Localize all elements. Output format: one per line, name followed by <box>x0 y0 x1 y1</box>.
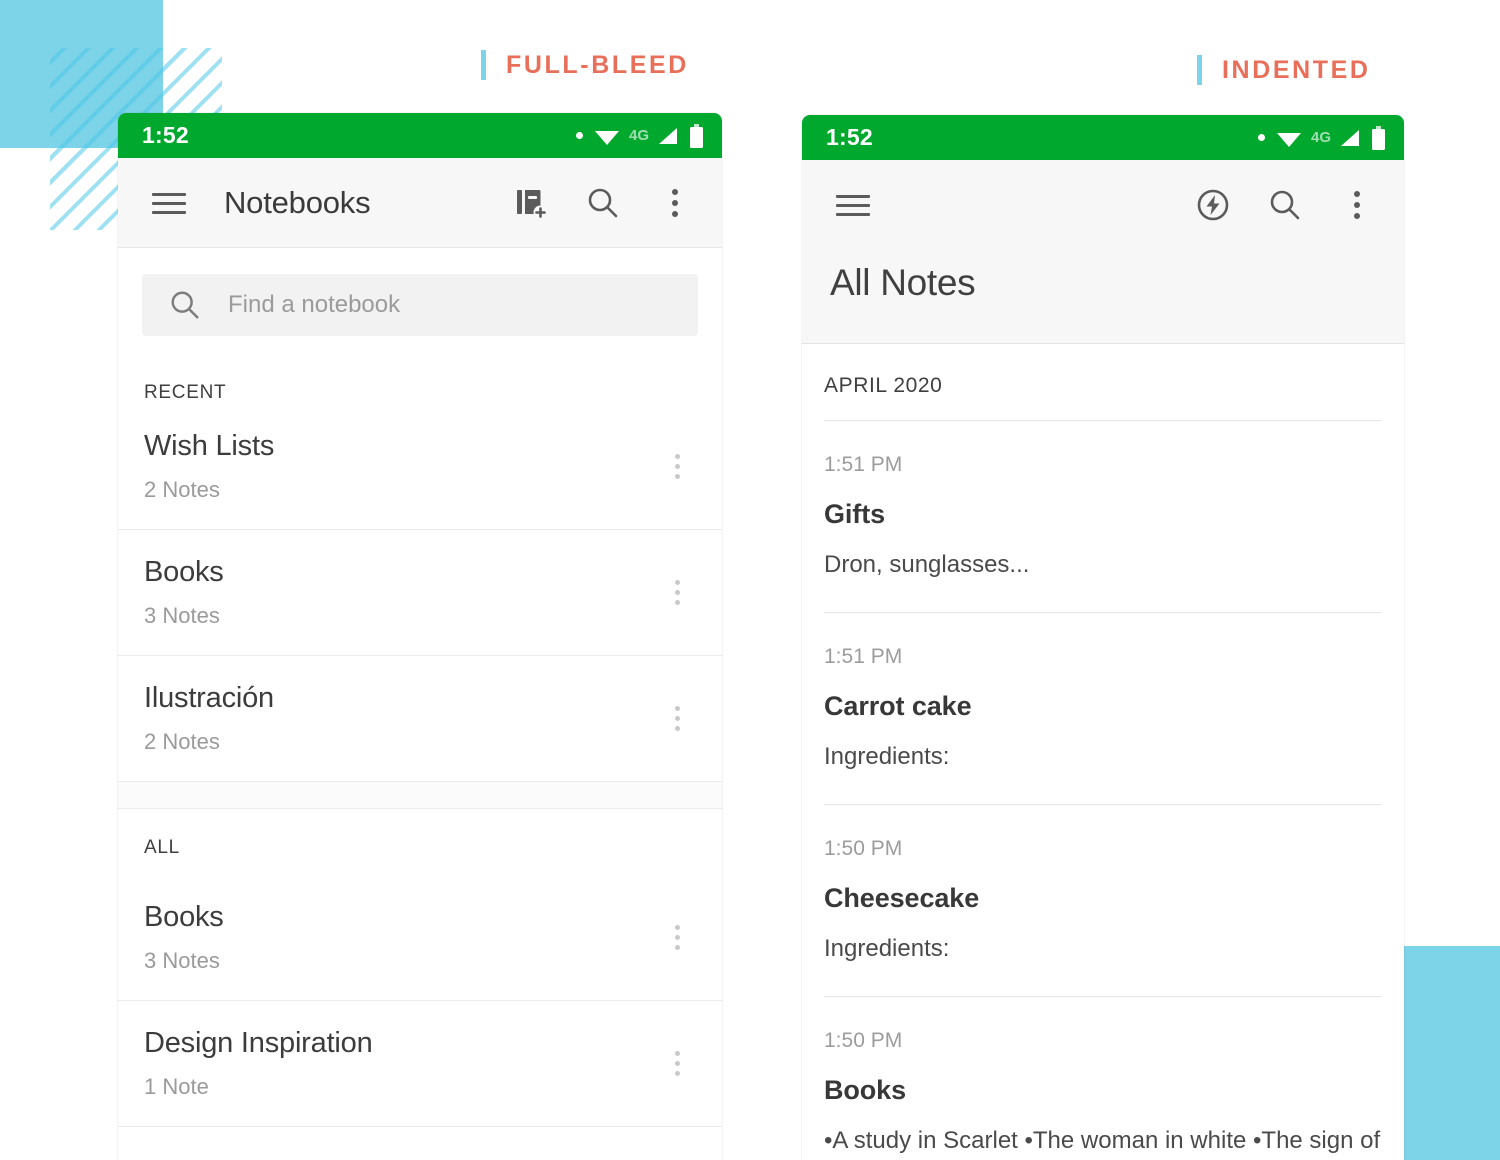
search-icon <box>588 188 618 218</box>
wifi-icon <box>594 130 619 145</box>
section-gap <box>118 781 722 809</box>
notes-list: APRIL 2020 1:51 PM Gifts Dron, sunglasse… <box>802 344 1404 1160</box>
notebook-list-item[interactable]: Design Inspiration 1 Note <box>118 1001 722 1126</box>
notebook-note-count: 3 Notes <box>144 948 220 973</box>
signal-icon <box>659 127 677 144</box>
note-snippet: Ingredients: <box>824 935 950 963</box>
note-timestamp: 1:50 PM <box>824 1029 903 1053</box>
notebook-name: Ilustración <box>144 682 274 714</box>
search-icon <box>171 291 199 319</box>
section-header-all: ALL <box>144 837 180 858</box>
note-list-item[interactable]: 1:50 PM Cheesecake Ingredients: <box>824 805 1382 996</box>
date-group-header: APRIL 2020 <box>824 374 943 397</box>
note-snippet: •A study in Scarlet •The woman in white … <box>824 1127 1381 1155</box>
note-list-item[interactable]: 1:51 PM Carrot cake Ingredients: <box>824 613 1382 804</box>
note-snippet: Dron, sunglasses... <box>824 551 1030 578</box>
caption-full-bleed-label: FULL-BLEED <box>506 50 689 79</box>
note-snippet: Ingredients: <box>824 743 950 771</box>
caption-accent-bar <box>481 50 486 80</box>
phone-mockup-notebooks: 1:52 4G Notebooks Find a notebook RECENT… <box>118 113 722 1160</box>
notebook-note-count: 3 Notes <box>144 603 220 628</box>
notebook-name: Books <box>144 556 224 588</box>
notebook-name: Wish Lists <box>144 430 275 462</box>
work-chat-icon <box>1197 189 1229 221</box>
search-input-placeholder: Find a notebook <box>228 291 401 318</box>
overflow-menu-icon <box>1354 186 1360 224</box>
status-bar: 1:52 4G <box>118 113 722 158</box>
search-input[interactable]: Find a notebook <box>142 274 698 336</box>
section-header-recent: RECENT <box>144 382 227 403</box>
caption-indented: INDENTED <box>1197 55 1371 85</box>
search-icon <box>1270 190 1300 220</box>
caption-full-bleed: FULL-BLEED <box>481 50 689 80</box>
status-bar: 1:52 4G <box>802 115 1404 160</box>
notebook-note-count: 2 Notes <box>144 729 220 754</box>
note-title: Books <box>824 1075 907 1106</box>
app-bar-actions <box>506 178 700 228</box>
app-bar: Notebooks <box>118 158 722 248</box>
note-title: Cheesecake <box>824 883 980 914</box>
network-type-label: 4G <box>1310 129 1331 146</box>
overflow-menu-button[interactable] <box>1332 180 1382 230</box>
notebook-search-container: Find a notebook <box>118 248 722 336</box>
notebook-item-text: Wish Lists 2 Notes <box>144 430 675 503</box>
hamburger-menu-icon <box>152 187 186 220</box>
notebook-list-item[interactable]: Illustration ideas <box>118 1127 722 1160</box>
note-list-item[interactable]: 1:51 PM Gifts Dron, sunglasses... <box>824 421 1382 612</box>
note-timestamp: 1:50 PM <box>824 837 903 861</box>
phone-mockup-all-notes: 1:52 4G All Notes APRIL 2020 1:51 PM Gif… <box>802 115 1404 1160</box>
notebook-list-item[interactable]: Books 3 Notes <box>118 875 722 1000</box>
status-time: 1:52 <box>826 124 873 150</box>
new-notebook-icon <box>517 190 548 220</box>
overflow-menu-button[interactable] <box>650 178 700 228</box>
large-title-container: All Notes <box>802 250 1404 344</box>
notebook-overflow-icon[interactable] <box>675 701 680 736</box>
page-title: Notebooks <box>224 185 371 220</box>
note-title: Carrot cake <box>824 691 972 722</box>
page-title: All Notes <box>830 262 976 303</box>
notebook-list-item[interactable]: Ilustración 2 Notes <box>118 656 722 781</box>
hamburger-menu-icon <box>836 189 870 222</box>
hamburger-menu-button[interactable] <box>828 180 878 230</box>
notebook-item-text: Ilustración 2 Notes <box>144 682 675 755</box>
notebook-item-text: Books 3 Notes <box>144 901 675 974</box>
overflow-menu-icon <box>672 184 678 222</box>
hamburger-menu-button[interactable] <box>144 178 194 228</box>
note-timestamp: 1:51 PM <box>824 645 903 669</box>
new-notebook-button[interactable] <box>506 178 556 228</box>
app-bar <box>802 160 1404 250</box>
notebook-overflow-icon[interactable] <box>675 575 680 610</box>
wifi-icon <box>1276 132 1301 147</box>
dot-icon <box>575 132 583 139</box>
decorative-teal-block-bottom-right <box>1402 946 1500 1160</box>
notebook-overflow-icon[interactable] <box>675 449 680 484</box>
notebook-overflow-icon[interactable] <box>675 920 680 955</box>
notebook-name: Design Inspiration <box>144 1027 373 1059</box>
notebook-list-item[interactable]: Wish Lists 2 Notes <box>118 404 722 529</box>
note-title: Gifts <box>824 499 886 529</box>
notebook-overflow-icon[interactable] <box>675 1046 680 1081</box>
dot-icon <box>1257 134 1265 141</box>
caption-indented-label: INDENTED <box>1222 55 1371 84</box>
status-time: 1:52 <box>142 122 189 148</box>
battery-icon <box>1372 125 1385 150</box>
signal-icon <box>1341 129 1359 146</box>
notebook-note-count: 2 Notes <box>144 477 220 502</box>
status-icon-group: 4G <box>575 123 704 148</box>
app-bar-actions <box>1188 180 1382 230</box>
network-type-label: 4G <box>628 127 649 144</box>
note-timestamp: 1:51 PM <box>824 453 903 476</box>
status-icon-group: 4G <box>1257 125 1386 150</box>
work-chat-button[interactable] <box>1188 180 1238 230</box>
notebook-item-text: Books 3 Notes <box>144 556 675 629</box>
search-button[interactable] <box>578 178 628 228</box>
notebook-note-count: 1 Note <box>144 1074 209 1099</box>
caption-accent-bar <box>1197 55 1202 85</box>
notebook-name: Books <box>144 901 224 933</box>
notebook-list-item[interactable]: Books 3 Notes <box>118 530 722 655</box>
notebook-item-text: Design Inspiration 1 Note <box>144 1027 675 1100</box>
battery-icon <box>690 123 703 148</box>
note-list-item[interactable]: 1:50 PM Books •A study in Scarlet •The w… <box>824 997 1382 1160</box>
search-button[interactable] <box>1260 180 1310 230</box>
